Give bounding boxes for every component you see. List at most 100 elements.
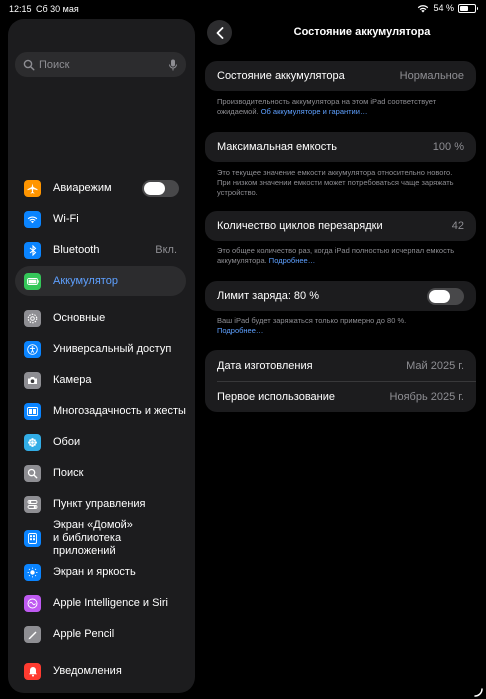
sidebar-item-home-screen[interactable]: Экран «Домой» и библиотека приложений (15, 518, 186, 558)
gear-icon (24, 309, 41, 327)
toggle-knob (429, 289, 450, 303)
cycle-count-footer: Это общее количество раз, когда iPad пол… (217, 246, 467, 266)
learn-more-link[interactable]: Подробнее… (217, 326, 263, 335)
cycle-count-value: 42 (451, 220, 464, 232)
sidebar-item-battery[interactable]: Аккумулятор (15, 266, 186, 296)
sidebar-item-apple-intelligence-siri[interactable]: Apple Intelligence и Siri (15, 588, 186, 618)
charge-limit-footer: Ваш iPad будет заряжаться только примерн… (217, 316, 467, 336)
settings-sidebar: Поиск Авиарежим Wi-Fi Bluetooth Вкл. Акк… (8, 19, 195, 693)
airplane-icon (24, 179, 41, 197)
camera-icon (24, 371, 41, 389)
wifi-status-icon (418, 4, 429, 12)
control-center-icon (24, 495, 41, 513)
battery-percent: 54 % (433, 3, 454, 13)
status-date: Сб 30 мая (36, 4, 79, 14)
sidebar-item-label: Wi-Fi (53, 212, 79, 225)
sidebar-item-label: Основные (53, 311, 106, 324)
toggle-knob (144, 181, 165, 195)
cycle-count-row: Количество циклов перезарядки 42 (205, 211, 476, 241)
multitasking-icon (24, 402, 41, 420)
resize-handle-icon (474, 688, 483, 697)
home-screen-icon (24, 529, 41, 547)
sidebar-item-label: Авиарежим (53, 181, 112, 194)
sidebar-item-display-brightness[interactable]: Экран и яркость (15, 557, 186, 587)
sidebar-item-label: Bluetooth (53, 243, 100, 256)
row-label: Лимит заряда: 80 % (217, 290, 319, 302)
first-use-row: Первое использование Ноябрь 2025 г. (205, 382, 476, 412)
footer-text: Это общее количество раз, когда iPad пол… (217, 246, 455, 265)
wifi-icon (24, 210, 41, 228)
row-label: Состояние аккумулятора (217, 70, 345, 82)
learn-more-link[interactable]: Подробнее… (269, 256, 315, 265)
battery-fill (460, 5, 468, 11)
battery-health-card: Состояние аккумулятора Нормальное (205, 61, 476, 91)
sidebar-item-bluetooth[interactable]: Bluetooth Вкл. (15, 235, 186, 265)
sidebar-item-label: Камера (53, 373, 92, 386)
sidebar-item-wifi[interactable]: Wi-Fi (15, 204, 186, 234)
sidebar-item-multitasking[interactable]: Многозадачность и жесты (15, 396, 186, 426)
bell-icon (24, 662, 41, 680)
cycle-count-card: Количество циклов перезарядки 42 (205, 211, 476, 241)
sidebar-item-search[interactable]: Поиск (15, 458, 186, 488)
back-button[interactable] (207, 20, 232, 45)
battery-icon (24, 272, 41, 290)
status-bar: 12:15 Сб 30 мая 54 % (0, 0, 486, 18)
max-capacity-row: Максимальная емкость 100 % (205, 132, 476, 162)
brightness-icon (24, 563, 41, 581)
max-capacity-card: Максимальная емкость 100 % (205, 132, 476, 162)
manufacture-date-value: Май 2025 г. (406, 360, 464, 372)
page-title: Состояние аккумулятора (293, 26, 431, 38)
search-icon (23, 59, 35, 70)
sidebar-item-accessibility[interactable]: Универсальный доступ (15, 334, 186, 364)
sidebar-item-airplane-mode[interactable]: Авиарежим (15, 173, 186, 203)
manufacture-date-row: Дата изготовления Май 2025 г. (205, 351, 476, 381)
sidebar-item-label: Обои (53, 435, 81, 448)
chevron-left-icon (216, 26, 223, 39)
search-icon (24, 464, 41, 482)
sidebar-item-general[interactable]: Основные (15, 303, 186, 333)
charge-limit-row[interactable]: Лимит заряда: 80 % (205, 281, 476, 311)
row-label: Первое использование (217, 391, 335, 403)
bluetooth-icon (24, 241, 41, 259)
battery-health-row[interactable]: Состояние аккумулятора Нормальное (205, 61, 476, 91)
search-placeholder: Поиск (39, 58, 70, 71)
sidebar-item-wallpaper[interactable]: Обои (15, 427, 186, 457)
footer-text: Ваш iPad будет заряжаться только примерн… (217, 316, 407, 325)
accessibility-icon (24, 340, 41, 358)
sidebar-item-label: Пункт управления (53, 497, 146, 510)
first-use-value: Ноябрь 2025 г. (389, 391, 464, 403)
sidebar-item-label: Apple Intelligence и Siri (53, 596, 168, 609)
sidebar-item-label: Универсальный доступ (53, 342, 172, 355)
status-right: 54 % (417, 3, 478, 13)
sidebar-item-apple-pencil[interactable]: Apple Pencil (15, 619, 186, 649)
detail-header: Состояние аккумулятора (205, 20, 479, 46)
sidebar-item-notifications[interactable]: Уведомления (15, 656, 186, 686)
charge-limit-card: Лимит заряда: 80 % (205, 281, 476, 311)
sidebar-item-label: Поиск (53, 466, 84, 479)
battery-health-footer: Производительность аккумулятора на этом … (217, 97, 467, 117)
max-capacity-footer: Это текущее значение емкости аккумулятор… (217, 168, 454, 197)
dates-card: Дата изготовления Май 2025 г. Первое исп… (205, 350, 476, 412)
charge-limit-toggle[interactable] (427, 287, 464, 305)
warranty-link[interactable]: Об аккумуляторе и гарантии… (261, 107, 368, 116)
sidebar-item-label: Apple Pencil (53, 627, 115, 640)
pencil-icon (24, 625, 41, 643)
battery-status-icon (458, 3, 478, 13)
sidebar-item-label: Экран «Домой» и библиотека приложений (53, 518, 133, 557)
row-label: Дата изготовления (217, 360, 313, 372)
bluetooth-status: Вкл. (155, 244, 177, 256)
sidebar-item-label: Уведомления (53, 664, 122, 677)
siri-icon (24, 594, 41, 612)
microphone-icon[interactable] (168, 59, 178, 71)
sidebar-item-label: Аккумулятор (53, 274, 118, 287)
sidebar-item-label: Многозадачность и жесты (53, 404, 186, 417)
max-capacity-value: 100 % (432, 141, 464, 153)
battery-health-value: Нормальное (399, 70, 464, 82)
row-label: Количество циклов перезарядки (217, 220, 383, 232)
sidebar-item-camera[interactable]: Камера (15, 365, 186, 395)
sidebar-item-control-center[interactable]: Пункт управления (15, 489, 186, 519)
search-field[interactable]: Поиск (15, 52, 186, 77)
airplane-mode-toggle[interactable] (142, 179, 179, 197)
sidebar-item-label: Экран и яркость (53, 565, 136, 578)
wallpaper-icon (24, 433, 41, 451)
